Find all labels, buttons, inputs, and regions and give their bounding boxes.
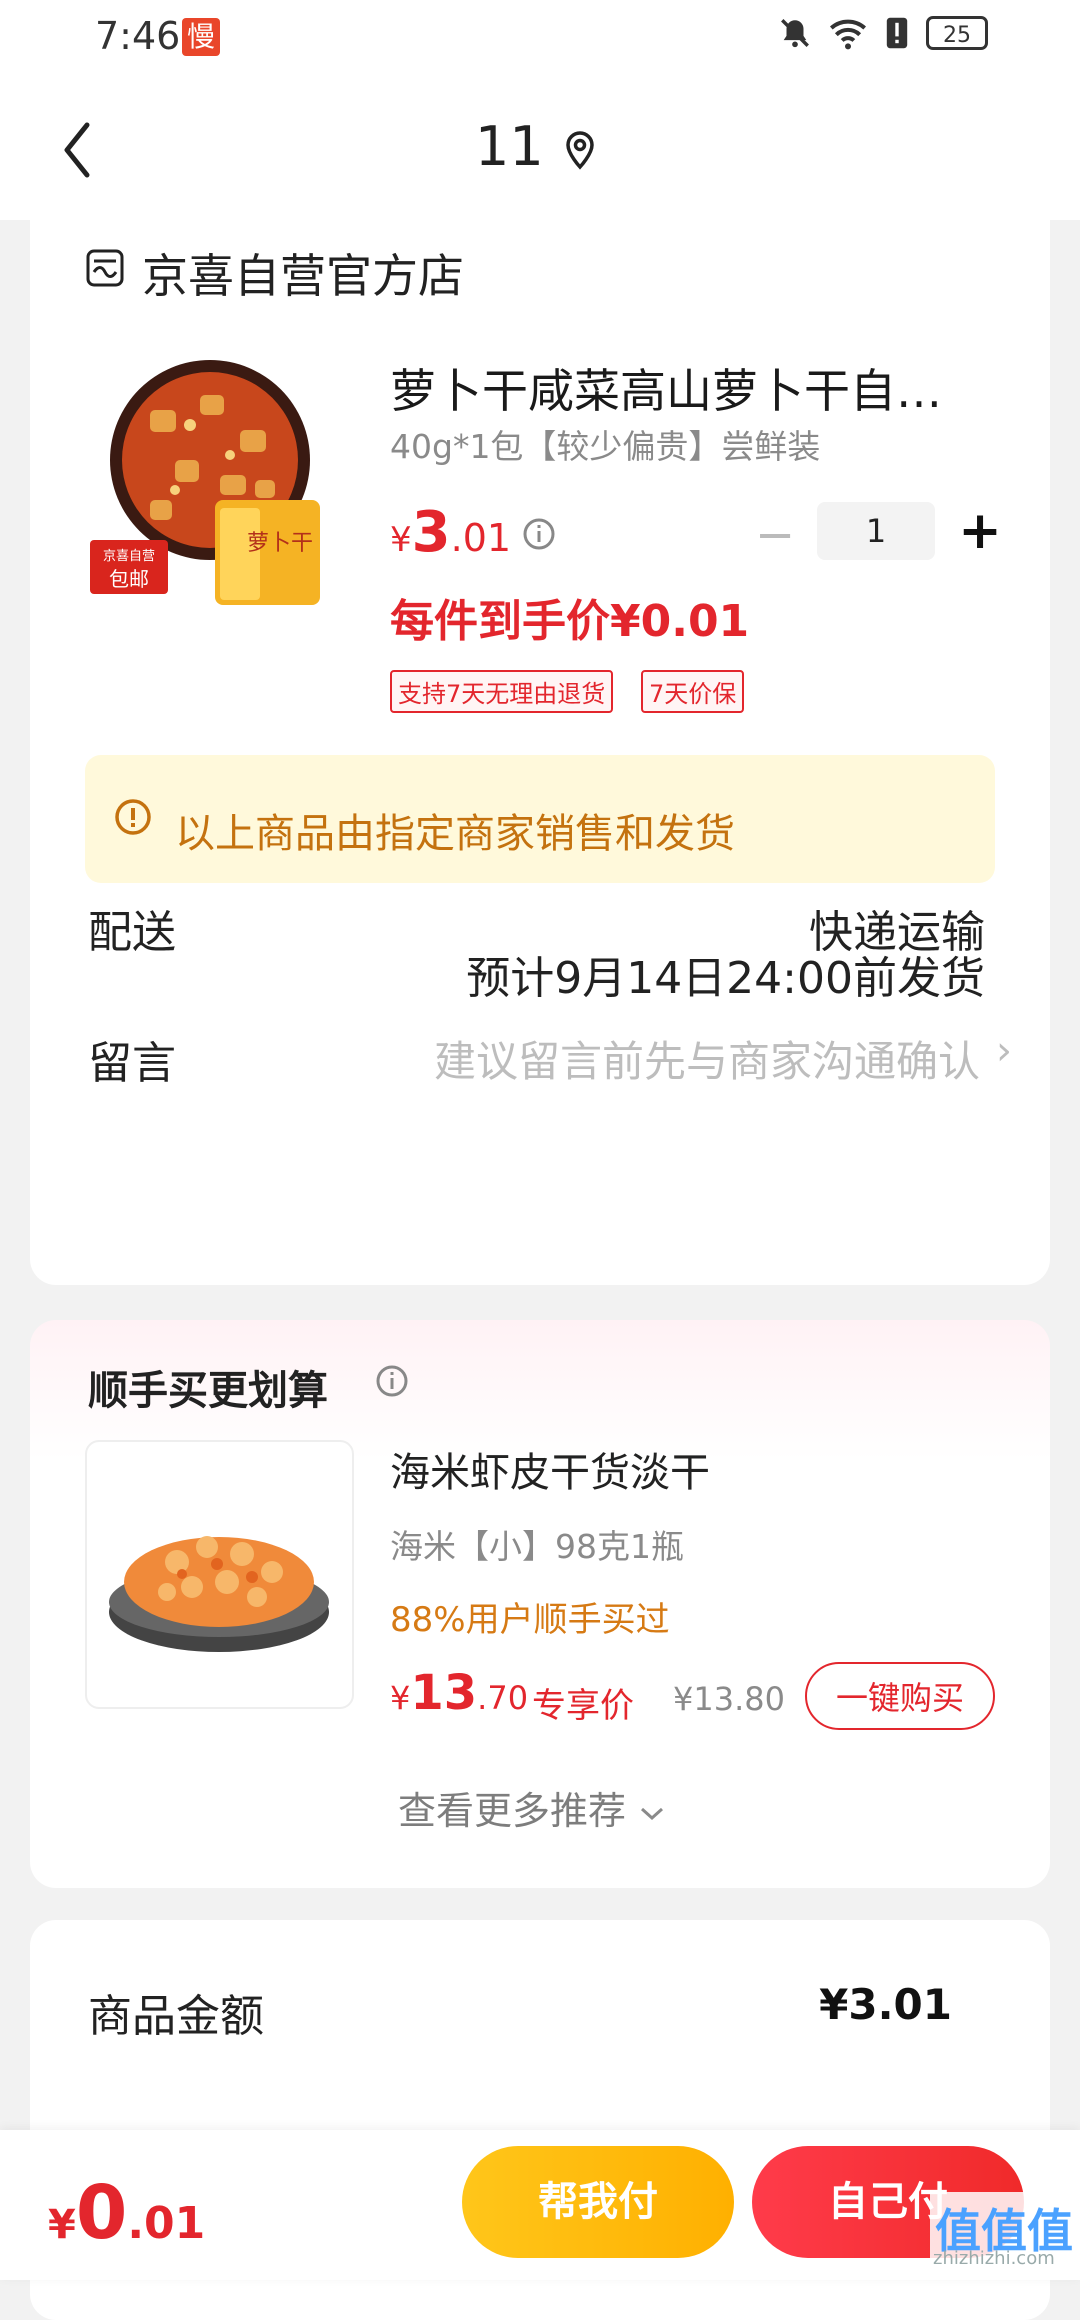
quantity-increase-button[interactable]: +	[955, 503, 1005, 559]
recommendation-card: 顺手买更划算 海米虾皮干货淡干 海米【小】98克1瓶 88%用户顺手买过 ¥13…	[30, 1320, 1050, 1888]
recommend-price: ¥13.70	[390, 1665, 528, 1721]
product-spec[interactable]: 40g*1包【较少偏贵】尝鲜装	[390, 420, 820, 468]
final-unit-price: 每件到手价¥0.01	[390, 596, 750, 647]
recommend-social-proof: 88%用户顺手买过	[390, 1600, 670, 1640]
delivery-label: 配送	[88, 907, 176, 958]
product-image[interactable]: 萝卜干 京喜自营 包邮	[80, 350, 332, 610]
status-time: 7:46	[95, 14, 181, 58]
store-icon	[86, 249, 124, 287]
image-badge-line2: 包邮	[109, 567, 149, 591]
seller-notice: 以上商品由指定商家销售和发货	[85, 755, 995, 883]
watermark-url: zhizhizhi.com	[933, 2248, 1055, 2269]
rec-price-integer: 13	[410, 1665, 478, 1721]
message-label: 留言	[88, 1038, 176, 1089]
total-price: ¥0.01	[48, 2170, 205, 2256]
see-more-recommendations[interactable]: 查看更多推荐	[398, 1780, 666, 1835]
order-card: 京喜自营官方店 萝卜干 京喜自营 包邮 萝卜干咸菜高山萝卜干自… 40g*1包【…	[30, 220, 1050, 1285]
price-symbol: ¥	[390, 520, 412, 560]
price-integer: 3	[411, 500, 451, 565]
status-bar: 7:46 慢 25	[0, 0, 1080, 75]
sim-alert-icon	[886, 17, 908, 49]
quantity-decrease-button[interactable]: −	[755, 510, 795, 560]
chevron-right-icon[interactable]: ›	[996, 1028, 1012, 1074]
product-price: ¥3.01	[390, 500, 511, 565]
product-title[interactable]: 萝卜干咸菜高山萝卜干自…	[390, 355, 990, 421]
goods-amount-value: ¥3.01	[819, 1980, 952, 2029]
price-info-icon[interactable]	[522, 517, 556, 551]
quantity-input[interactable]: 1	[817, 502, 935, 560]
return-policy-tag[interactable]: 支持7天无理由退货	[390, 670, 614, 713]
page-header: 11	[0, 75, 1080, 220]
delivery-eta: 预计9月14日24:00前发货	[466, 953, 985, 1004]
rec-price-symbol: ¥	[390, 1679, 411, 1717]
one-click-buy-button[interactable]: 一键购买	[805, 1662, 995, 1730]
store-name[interactable]: 京喜自营官方店	[142, 240, 464, 306]
help-pay-button[interactable]: 帮我付	[462, 2146, 734, 2258]
total-price-decimal: .01	[127, 2198, 206, 2249]
slow-mode-badge: 慢	[182, 18, 220, 56]
status-icons: 25	[778, 16, 988, 50]
wifi-icon	[830, 19, 866, 50]
recommend-info-icon[interactable]	[375, 1364, 409, 1398]
recommend-product-name[interactable]: 海米虾皮干货淡干	[390, 1440, 710, 1498]
checkout-bar: ¥0.01 帮我付 自己付	[0, 2130, 1080, 2280]
notice-text: 以上商品由指定商家销售和发货	[175, 811, 735, 857]
page-title[interactable]: 11	[475, 115, 544, 178]
chevron-down-icon	[641, 1807, 664, 1821]
original-price: ¥13.80	[673, 1680, 785, 1718]
exclusive-price-label: 专享价	[532, 1686, 634, 1726]
message-input[interactable]: 建议留言前先与商家沟通确认	[434, 1028, 980, 1089]
image-badge-line1: 京喜自营	[103, 549, 155, 564]
package-text: 萝卜干	[247, 531, 313, 556]
recommend-product-image[interactable]	[85, 1440, 354, 1709]
back-icon[interactable]	[55, 115, 105, 185]
price-decimal: .01	[450, 516, 512, 560]
total-price-integer: 0	[75, 2170, 128, 2256]
recommend-product-spec: 海米【小】98克1瓶	[390, 1527, 684, 1566]
recommendation-title: 顺手买更划算	[88, 1368, 328, 1414]
rec-price-decimal: .70	[477, 1679, 529, 1717]
bell-muted-icon	[781, 19, 809, 48]
notice-info-icon	[115, 799, 151, 835]
total-price-symbol: ¥	[48, 2202, 76, 2248]
location-pin-icon[interactable]	[563, 130, 597, 170]
goods-amount-label: 商品金额	[88, 1991, 264, 2042]
see-more-label: 查看更多推荐	[398, 1789, 627, 1833]
shrimp-bowl-image	[109, 1536, 329, 1652]
battery-icon: 25	[926, 16, 988, 50]
price-protection-tag[interactable]: 7天价保	[641, 670, 745, 713]
